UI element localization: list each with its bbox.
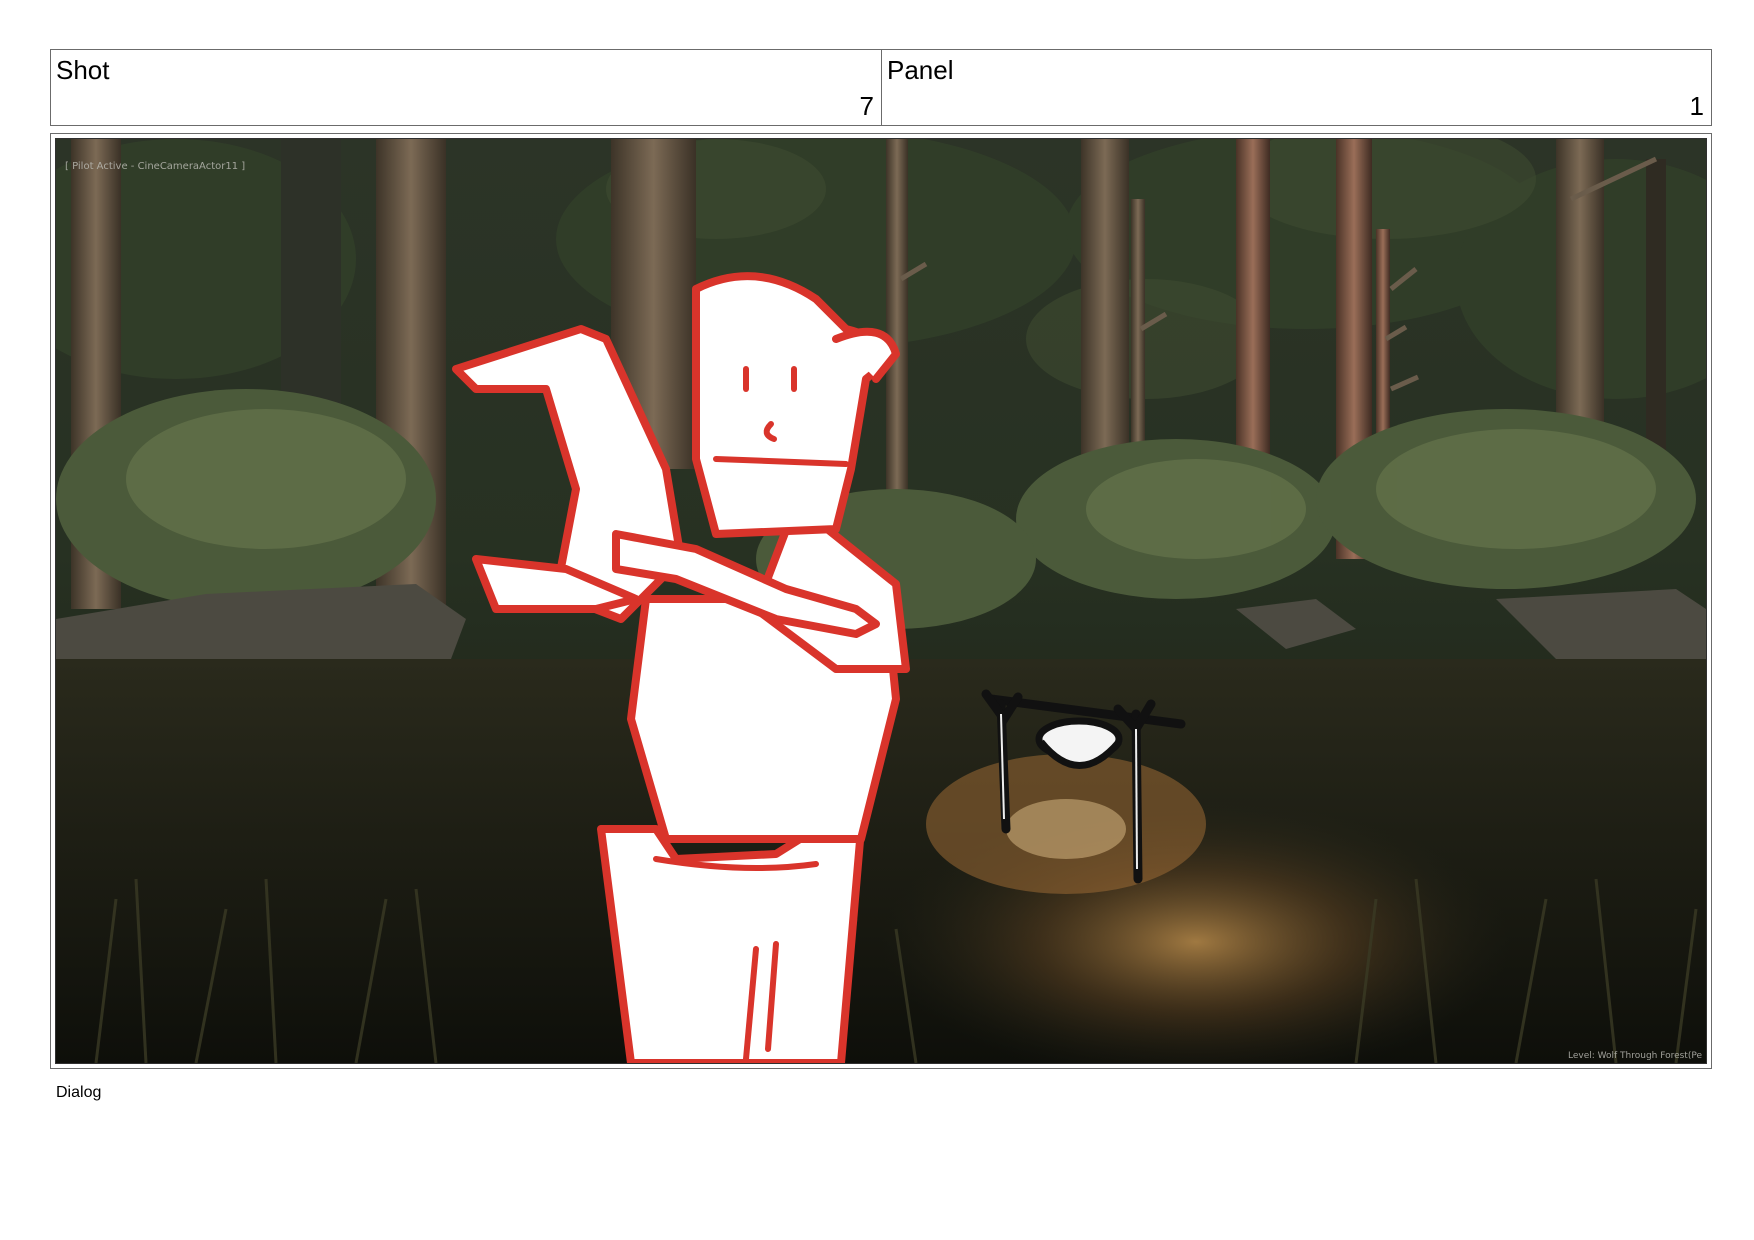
level-name-label: Level: Wolf Through Forest(Pe <box>1567 1051 1702 1061</box>
shot-number: 7 <box>859 91 874 121</box>
camera-pilot-label: [ Pilot Active - CineCameraActor11 ] <box>65 161 246 172</box>
shot-panel-header: Shot 7 Panel 1 <box>50 49 1712 126</box>
dialog-label: Dialog <box>56 1084 102 1101</box>
shot-cell: Shot 7 <box>51 50 882 125</box>
forest-scene-illustration <box>56 139 1706 1063</box>
storyboard-image: [ Pilot Active - CineCameraActor11 ] Lev… <box>55 138 1707 1064</box>
storyboard-frame: [ Pilot Active - CineCameraActor11 ] Lev… <box>50 133 1712 1069</box>
panel-number: 1 <box>1689 91 1704 121</box>
panel-label: Panel <box>887 55 954 85</box>
shot-label: Shot <box>56 55 110 85</box>
panel-cell: Panel 1 <box>882 50 1711 125</box>
